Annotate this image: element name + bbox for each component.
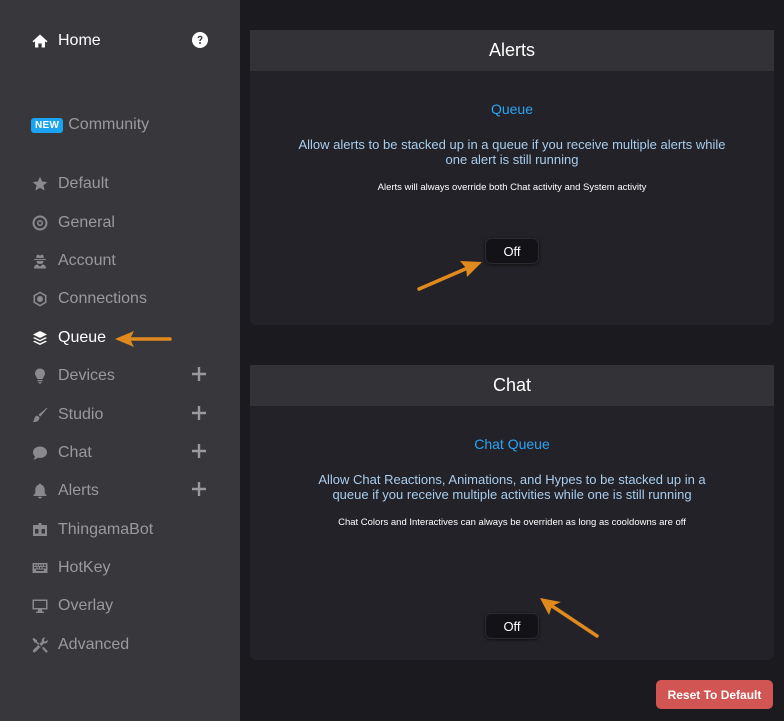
sidebar-item-label: Devices: [58, 367, 115, 384]
sidebar-item-default[interactable]: Default: [31, 172, 221, 196]
monitor-icon: [31, 597, 49, 615]
sidebar-item-chat[interactable]: Chat: [31, 441, 221, 465]
annotation-arrow-alerts-toggle: [417, 261, 482, 291]
sidebar-item-devices[interactable]: Devices: [31, 364, 221, 388]
chat-queue-description: Allow Chat Reactions, Animations, and Hy…: [318, 472, 706, 502]
bell-icon: [31, 482, 49, 500]
sidebar-item-label: Queue: [58, 329, 107, 346]
sidebar-item-label: HotKey: [58, 559, 111, 576]
sidebar-item-label: ThingamaBot: [58, 521, 154, 538]
sidebar-item-overlay[interactable]: Overlay: [31, 594, 221, 618]
sidebar-item-label: Overlay: [58, 597, 114, 614]
sidebar-item-label: Advanced: [58, 636, 130, 653]
chat-panel: Chat Chat Queue Allow Chat Reactions, An…: [250, 365, 774, 660]
sidebar-item-label: Chat: [58, 444, 92, 461]
sidebar: Home NEW Community Default General Accou…: [0, 0, 240, 721]
brush-icon: [31, 406, 49, 424]
alerts-queue-description: Allow alerts to be stacked up in a queue…: [298, 137, 726, 167]
expand-studio-plus-icon[interactable]: [191, 405, 211, 425]
alerts-queue-subtitle: Queue: [490, 101, 534, 117]
lightbulb-icon: [31, 367, 49, 385]
network-icon: [31, 290, 49, 308]
sidebar-item-account[interactable]: Account: [31, 249, 221, 273]
chat-queue-subtitle: Chat Queue: [474, 436, 550, 452]
home-icon: [31, 32, 49, 50]
help-icon[interactable]: [192, 32, 208, 48]
expand-devices-plus-icon[interactable]: [191, 366, 211, 386]
sidebar-item-label: Default: [58, 175, 109, 192]
chat-queue-toggle[interactable]: Off: [485, 613, 539, 639]
alerts-queue-toggle[interactable]: Off: [485, 238, 539, 264]
star-icon: [31, 175, 49, 193]
annotation-arrow-queue: [115, 331, 172, 347]
chat-panel-title: Chat: [250, 365, 774, 406]
keyboard-icon: [31, 559, 49, 577]
sidebar-item-general[interactable]: General: [31, 211, 221, 235]
annotation-arrow-chat-toggle: [540, 598, 599, 638]
sidebar-item-alerts[interactable]: Alerts: [31, 479, 221, 503]
tools-icon: [31, 636, 49, 654]
layers-icon: [31, 329, 49, 347]
sidebar-item-thingamabot[interactable]: ThingamaBot: [31, 518, 221, 542]
sidebar-item-label: Connections: [58, 290, 147, 307]
robot-icon: [31, 521, 49, 539]
alerts-queue-note: Alerts will always override both Chat ac…: [377, 182, 647, 193]
sidebar-item-studio[interactable]: Studio: [31, 403, 221, 427]
sidebar-item-label: Account: [58, 252, 116, 269]
new-badge: NEW: [31, 117, 64, 133]
sidebar-item-advanced[interactable]: Advanced: [31, 633, 221, 657]
sidebar-item-connections[interactable]: Connections: [31, 287, 221, 311]
sidebar-item-community[interactable]: NEW Community: [31, 113, 221, 137]
alerts-panel-title: Alerts: [250, 30, 774, 71]
reset-to-default-button[interactable]: Reset To Default: [656, 680, 773, 709]
user-secret-icon: [31, 252, 49, 270]
sidebar-item-label: Community: [68, 116, 150, 133]
sidebar-item-label: General: [58, 214, 115, 231]
target-icon: [31, 214, 49, 232]
chat-queue-note: Chat Colors and Interactives can always …: [338, 517, 686, 528]
sidebar-item-hotkey[interactable]: HotKey: [31, 556, 221, 580]
sidebar-item-label: Studio: [58, 406, 104, 423]
sidebar-item-label: Alerts: [58, 482, 99, 499]
sidebar-item-label: Home: [58, 32, 101, 49]
alerts-panel: Alerts Queue Allow alerts to be stacked …: [250, 30, 774, 325]
chat-bubble-icon: [31, 444, 49, 462]
expand-chat-plus-icon[interactable]: [191, 443, 211, 463]
expand-alerts-plus-icon[interactable]: [191, 481, 211, 501]
